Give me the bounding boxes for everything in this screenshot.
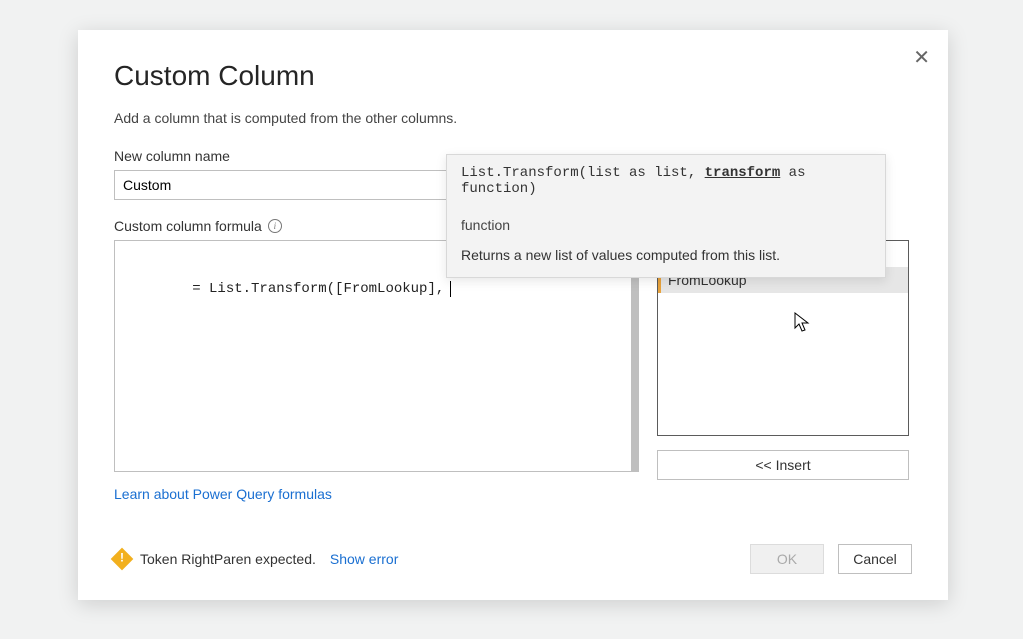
dialog-title: Custom Column (114, 60, 912, 92)
show-error-link[interactable]: Show error (330, 551, 398, 567)
signature-kind: function (461, 217, 871, 233)
current-arg: transform (705, 165, 781, 181)
text-cursor (450, 281, 451, 297)
dialog-subtitle: Add a column that is computed from the o… (114, 110, 912, 126)
close-icon[interactable]: ✕ (913, 48, 930, 68)
insert-button[interactable]: << Insert (657, 450, 909, 480)
ok-button: OK (750, 544, 824, 574)
info-icon[interactable]: i (268, 219, 282, 233)
intellisense-tooltip: List.Transform(list as list, transform a… (446, 154, 886, 278)
formula-text: = List.Transform([FromLookup], (192, 281, 444, 297)
dialog-footer: Token RightParen expected. Show error OK… (114, 544, 912, 574)
signature-description: Returns a new list of values computed fr… (461, 247, 871, 263)
custom-column-dialog: ✕ Custom Column Add a column that is com… (78, 30, 948, 600)
cancel-button[interactable]: Cancel (838, 544, 912, 574)
signature-text: List.Transform(list as list, transform a… (461, 165, 871, 197)
error-message: Token RightParen expected. (140, 551, 316, 567)
warning-icon (111, 548, 134, 571)
learn-link[interactable]: Learn about Power Query formulas (114, 486, 332, 502)
formula-label: Custom column formula (114, 218, 262, 234)
